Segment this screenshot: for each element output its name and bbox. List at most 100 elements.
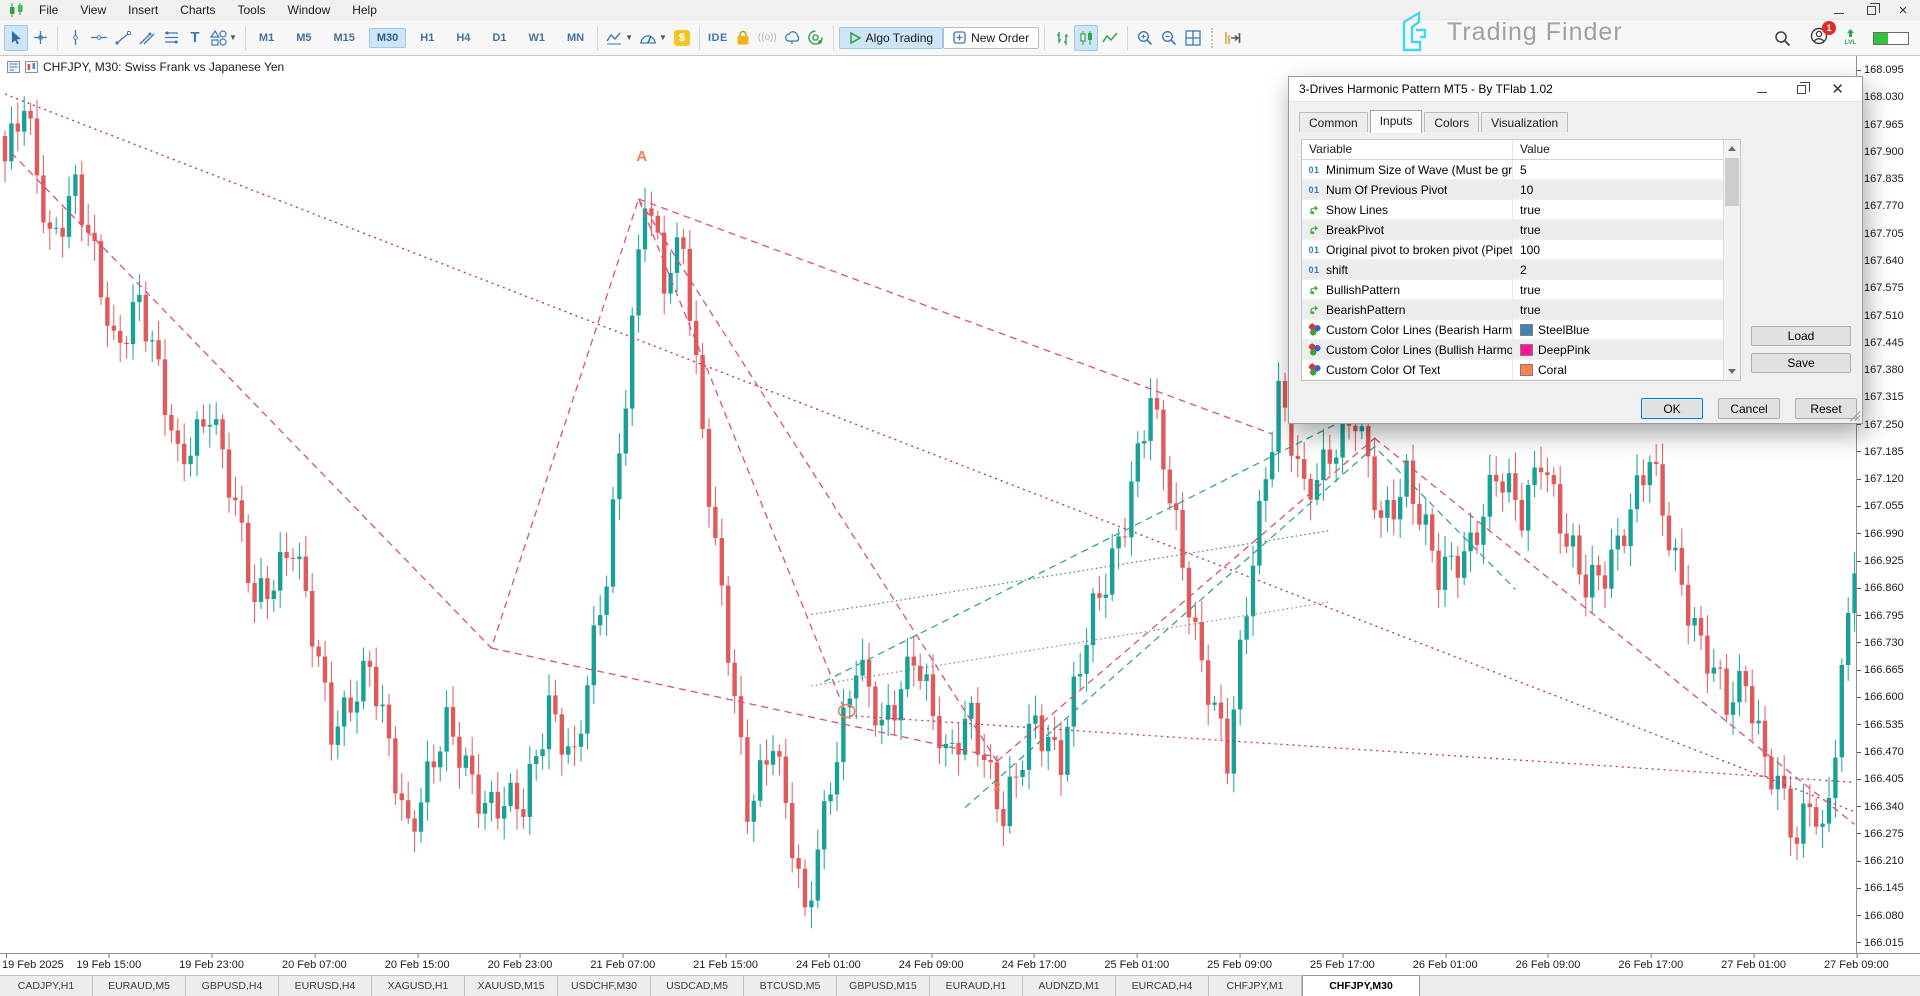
- copy-trading-icon[interactable]: [804, 25, 828, 51]
- pair-tab-cadjpy,h1[interactable]: CADJPY,H1: [0, 976, 93, 996]
- pair-tab-chfjpy,m30[interactable]: CHFJPY,M30: [1302, 975, 1420, 996]
- dollar-account-icon[interactable]: $: [670, 25, 694, 51]
- timeframe-m1[interactable]: M1: [251, 28, 282, 48]
- pair-tab-eurcad,h4[interactable]: EURCAD,H4: [1116, 976, 1209, 996]
- pair-tab-gbpusd,h4[interactable]: GBPUSD,H4: [186, 976, 279, 996]
- indicators-caret[interactable]: ▼: [659, 33, 667, 42]
- param-row[interactable]: Custom Color Of TextCoral: [1302, 360, 1740, 380]
- dialog-titlebar[interactable]: 3-Drives Harmonic Pattern MT5 - By TFlab…: [1289, 77, 1862, 102]
- horizontal-line-tool-button[interactable]: [87, 25, 111, 51]
- fibonacci-tool-button[interactable]: [159, 25, 183, 51]
- timeframe-m15[interactable]: M15: [325, 28, 362, 48]
- market-bag-icon[interactable]: [731, 25, 755, 51]
- chart-type-caret[interactable]: ▼: [625, 33, 633, 42]
- window-restore-button[interactable]: [1862, 2, 1880, 18]
- vps-cloud-icon[interactable]: [780, 25, 804, 51]
- search-icon[interactable]: [1770, 25, 1794, 51]
- dialog-resize-grip[interactable]: [1850, 411, 1860, 421]
- param-value-cell[interactable]: SteelBlue: [1512, 320, 1708, 339]
- pair-tab-xauusd,m15[interactable]: XAUUSD,M15: [465, 976, 558, 996]
- pair-tab-audnzd,m1[interactable]: AUDNZD,M1: [1023, 976, 1116, 996]
- algo-trading-button[interactable]: Algo Trading: [839, 27, 943, 49]
- level-indicator-icon[interactable]: LVL: [1844, 29, 1857, 47]
- param-value-cell[interactable]: 100: [1512, 240, 1708, 259]
- tile-windows-button[interactable]: [1181, 25, 1205, 51]
- menu-tools[interactable]: Tools: [227, 1, 277, 19]
- pair-tab-xagusd,h1[interactable]: XAGUSD,H1: [372, 976, 465, 996]
- param-row[interactable]: Custom Color Lines (Bearish Harmonic)Ste…: [1302, 320, 1740, 340]
- menu-view[interactable]: View: [69, 1, 117, 19]
- timeframe-m30[interactable]: M30: [369, 28, 406, 48]
- crosshair-tool-button[interactable]: [28, 25, 52, 51]
- indicators-dropdown-button[interactable]: ▼: [636, 25, 670, 51]
- zoom-in-button[interactable]: [1133, 25, 1157, 51]
- param-value-cell[interactable]: Coral: [1512, 360, 1708, 379]
- param-row[interactable]: BullishPatterntrue: [1302, 280, 1740, 300]
- param-value-cell[interactable]: true: [1512, 300, 1708, 319]
- menu-file[interactable]: File: [28, 1, 69, 19]
- scroll-up-icon[interactable]: [1724, 140, 1740, 157]
- dialog-minimize-button[interactable]: [1753, 81, 1771, 97]
- pair-tab-euraud,h1[interactable]: EURAUD,H1: [930, 976, 1023, 996]
- param-row[interactable]: 01Minimum Size of Wave (Must be grea...5: [1302, 160, 1740, 180]
- load-button[interactable]: Load: [1751, 326, 1851, 346]
- timeframe-h4[interactable]: H4: [448, 28, 478, 48]
- pair-tab-usdcad,m5[interactable]: USDCAD,M5: [651, 976, 744, 996]
- ide-button[interactable]: IDE: [705, 25, 731, 51]
- vertical-line-tool-button[interactable]: [63, 25, 87, 51]
- pair-tab-euraud,m5[interactable]: EURAUD,M5: [93, 976, 186, 996]
- cursor-tool-button[interactable]: [4, 25, 28, 51]
- param-value-cell[interactable]: true: [1512, 220, 1708, 239]
- dialog-tab-visualization[interactable]: Visualization: [1481, 112, 1568, 132]
- text-tool-button[interactable]: T: [183, 25, 207, 51]
- menu-insert[interactable]: Insert: [117, 1, 169, 19]
- timeframe-m5[interactable]: M5: [288, 28, 319, 48]
- param-value-cell[interactable]: DeepPink: [1512, 340, 1708, 359]
- window-close-button[interactable]: ×: [1894, 2, 1912, 18]
- chart-type-dropdown-button[interactable]: ▼: [603, 25, 636, 51]
- pair-tab-usdchf,m30[interactable]: USDCHF,M30: [558, 976, 651, 996]
- candlestick-mode-button[interactable]: [1074, 25, 1098, 51]
- price-axis[interactable]: 168.095168.030167.965167.900167.835167.7…: [1856, 56, 1920, 953]
- param-value-cell[interactable]: 5: [1512, 160, 1708, 179]
- shapes-tool-button[interactable]: ▼: [207, 25, 240, 51]
- time-axis[interactable]: 19 Feb 202519 Feb 15:0019 Feb 23:0020 Fe…: [0, 953, 1920, 975]
- pair-tab-btcusd,m5[interactable]: BTCUSD,M5: [744, 976, 837, 996]
- param-row[interactable]: 01Num Of Previous Pivot10: [1302, 180, 1740, 200]
- auto-scroll-shift-button[interactable]: [1220, 25, 1244, 51]
- line-chart-mode-button[interactable]: [1098, 25, 1122, 51]
- ok-button[interactable]: OK: [1641, 398, 1703, 419]
- window-minimize-button[interactable]: [1830, 2, 1848, 18]
- dialog-tab-inputs[interactable]: Inputs: [1370, 110, 1423, 133]
- param-row[interactable]: 01shift2: [1302, 260, 1740, 280]
- new-order-button[interactable]: New Order: [943, 27, 1039, 49]
- menu-window[interactable]: Window: [277, 1, 342, 19]
- dialog-tab-common[interactable]: Common: [1299, 112, 1368, 132]
- param-value-cell[interactable]: 2: [1512, 260, 1708, 279]
- scrollbar-thumb[interactable]: [1725, 158, 1739, 206]
- menu-help[interactable]: Help: [341, 1, 388, 19]
- timeframe-d1[interactable]: D1: [484, 28, 514, 48]
- scroll-down-icon[interactable]: [1724, 363, 1740, 380]
- timeframe-mn[interactable]: MN: [559, 28, 592, 48]
- signals-icon[interactable]: ((o)): [755, 25, 780, 51]
- dialog-restore-button[interactable]: [1792, 81, 1810, 97]
- param-row[interactable]: Show Linestrue: [1302, 200, 1740, 220]
- pair-tab-gbpusd,m15[interactable]: GBPUSD,M15: [837, 976, 930, 996]
- trendline-tool-button[interactable]: [111, 25, 135, 51]
- dialog-tab-colors[interactable]: Colors: [1424, 112, 1479, 132]
- param-value-cell[interactable]: true: [1512, 200, 1708, 219]
- cancel-button[interactable]: Cancel: [1718, 398, 1780, 419]
- table-scrollbar[interactable]: [1723, 140, 1740, 380]
- channel-tool-button[interactable]: [135, 25, 159, 51]
- timeframe-w1[interactable]: W1: [520, 28, 553, 48]
- param-value-cell[interactable]: true: [1512, 280, 1708, 299]
- zoom-out-button[interactable]: [1157, 25, 1181, 51]
- bar-chart-mode-button[interactable]: [1050, 25, 1074, 51]
- notification-badge[interactable]: 1: [1822, 21, 1836, 35]
- param-value-cell[interactable]: 10: [1512, 180, 1708, 199]
- param-row[interactable]: BreakPivottrue: [1302, 220, 1740, 240]
- param-row[interactable]: BearishPatterntrue: [1302, 300, 1740, 320]
- user-account-icon[interactable]: 1: [1810, 27, 1828, 50]
- shapes-dropdown-caret[interactable]: ▼: [229, 33, 237, 42]
